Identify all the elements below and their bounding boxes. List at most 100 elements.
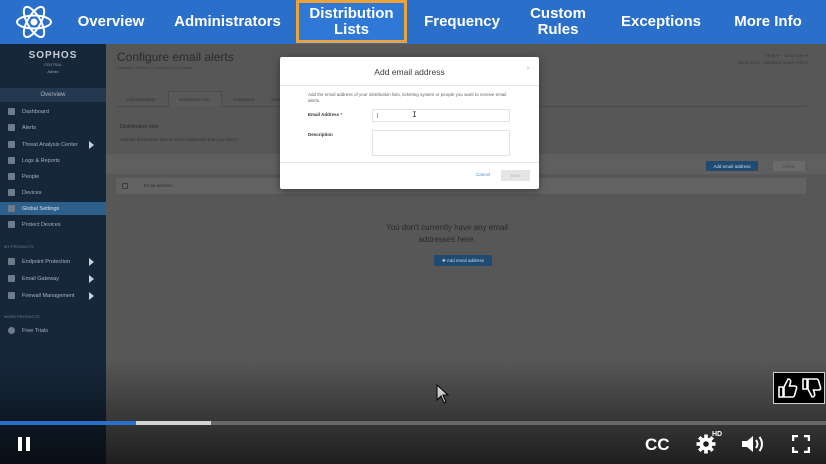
user-menu[interactable]: Help ▾ Jason Lee ▾ Sophos Inc. Standard …: [738, 52, 808, 66]
sidebar-brand: SOPHOS CENTRAL Admin: [0, 50, 106, 74]
chevron-right-icon: [89, 141, 94, 149]
endpoint-icon: [8, 258, 15, 265]
email-address-input[interactable]: |: [372, 109, 510, 122]
chevron-right-icon: [89, 275, 94, 283]
volume-icon[interactable]: [741, 435, 767, 453]
chapter-label: Administrators: [174, 13, 281, 30]
description-label: Description: [308, 132, 333, 137]
atom-icon[interactable]: [14, 2, 54, 42]
select-all-checkbox[interactable]: [122, 183, 128, 189]
pause-icon[interactable]: [16, 436, 32, 452]
chapter-label: Distribution Lists: [309, 4, 394, 38]
column-header-email[interactable]: Email address: [144, 183, 173, 188]
sidebar-overview[interactable]: Overview: [0, 88, 106, 102]
plus-circle-icon: [8, 327, 15, 334]
email-address-value: |: [377, 113, 379, 119]
chapter-frequency[interactable]: Frequency: [414, 0, 510, 44]
thumbs-up-icon[interactable]: [777, 377, 799, 399]
chapter-label: More Info: [734, 13, 802, 30]
brand-name: SOPHOS: [28, 50, 78, 61]
chapter-more-info[interactable]: More Info: [724, 0, 812, 44]
chapter-distribution-lists[interactable]: Distribution Lists: [296, 0, 407, 43]
chapter-overview[interactable]: Overview: [70, 0, 152, 44]
help-menu[interactable]: Help ▾: [766, 53, 779, 58]
chapter-label: Custom Rules: [530, 5, 586, 38]
progress-bar[interactable]: [0, 421, 826, 425]
chapter-label: Frequency: [424, 13, 500, 30]
sidebar-item-devices[interactable]: Devices: [0, 186, 106, 199]
sidebar-item-label: People: [22, 173, 40, 180]
sidebar-item-firewall-management[interactable]: Firewall Management: [0, 289, 106, 302]
button-label: Delete: [782, 163, 796, 169]
section-title: Distribution lists: [120, 124, 159, 130]
thumbs-down-icon[interactable]: [801, 377, 823, 399]
chapter-custom-rules[interactable]: Custom Rules: [518, 0, 598, 44]
tab-label: Frequency: [233, 96, 255, 102]
sidebar-section-products: MY PRODUCTS: [4, 244, 34, 249]
sidebar-item-email-gateway[interactable]: Email Gateway: [0, 272, 106, 285]
sidebar-item-label: Alerts: [22, 124, 37, 131]
sidebar-item-people[interactable]: People: [0, 170, 106, 183]
sidebar-item-protect-devices[interactable]: Protect Devices: [0, 218, 106, 231]
field-label-text: Email Address: [308, 112, 340, 117]
dialog-divider: [280, 85, 539, 86]
gear-icon: [8, 205, 15, 212]
hd-badge: HD: [712, 431, 723, 438]
chapter-bar: Overview Administrators Distribution Lis…: [0, 0, 826, 44]
cancel-button[interactable]: Cancel: [476, 172, 490, 177]
sidebar-item-label: Firewall Management: [22, 292, 75, 299]
report-icon: [8, 157, 15, 164]
sidebar-item-label: Free Trials: [22, 327, 48, 334]
sidebar-item-label: Email Gateway: [22, 275, 59, 282]
sidebar-item-label: Devices: [22, 189, 42, 196]
description-input[interactable]: [372, 130, 510, 156]
empty-add-email-button[interactable]: ✚ Add email address: [434, 255, 492, 266]
tab-administrators[interactable]: Administrators: [116, 91, 166, 107]
sidebar-item-free-trials[interactable]: Free Trials: [0, 324, 106, 337]
required-mark: *: [340, 112, 343, 117]
save-button[interactable]: Save: [501, 170, 530, 181]
sidebar-item-label: Threat Analysis Center: [22, 141, 78, 148]
button-label: Save: [510, 173, 521, 178]
page-title: Configure email alerts: [117, 50, 234, 64]
download-icon: [8, 221, 15, 228]
firewall-icon: [8, 292, 15, 299]
sidebar-item-threat-analysis[interactable]: Threat Analysis Center: [0, 138, 106, 151]
threat-icon: [8, 141, 15, 148]
people-icon: [8, 173, 15, 180]
chapter-label: Exceptions: [620, 13, 702, 30]
delete-button[interactable]: Delete: [773, 161, 805, 171]
progress-played: [0, 421, 137, 425]
rating-widget: [773, 372, 825, 404]
add-email-address-button[interactable]: Add email address: [706, 161, 758, 171]
chevron-right-icon: [89, 258, 94, 266]
closed-captions-button[interactable]: CC: [645, 435, 670, 455]
tab-distribution-lists[interactable]: Distribution lists: [168, 91, 222, 107]
sidebar-item-alerts[interactable]: Alerts: [0, 121, 106, 134]
breadcrumb[interactable]: Settings & Policies / Configure email al…: [117, 65, 192, 70]
sidebar-item-label: Dashboard: [22, 108, 49, 115]
tab-label: Distribution lists: [179, 96, 211, 102]
button-label: ✚ Add email address: [441, 257, 485, 263]
brand-sub: CENTRAL: [43, 62, 63, 67]
user-name[interactable]: Jason Lee ▾: [784, 53, 808, 58]
dialog-footer-divider: [280, 162, 539, 163]
email-icon: [8, 275, 15, 282]
sidebar-item-global-settings[interactable]: Global Settings: [0, 202, 106, 215]
section-description: Add the distribution lists or email addr…: [120, 137, 238, 142]
chapter-label: Overview: [77, 13, 145, 30]
tab-frequency[interactable]: Frequency: [224, 91, 264, 107]
dialog-title: Add email address: [374, 67, 445, 77]
sidebar-item-logs-reports[interactable]: Logs & Reports: [0, 154, 106, 167]
close-icon[interactable]: ×: [526, 66, 530, 72]
fullscreen-icon[interactable]: [792, 435, 810, 453]
add-email-dialog: Add email address × Add the email addres…: [280, 57, 539, 189]
chapter-exceptions[interactable]: Exceptions: [610, 0, 712, 44]
sidebar-item-label: Protect Devices: [22, 221, 61, 228]
chapter-administrators[interactable]: Administrators: [165, 0, 290, 44]
button-label: Add email address: [713, 163, 751, 169]
sidebar-item-dashboard[interactable]: Dashboard: [0, 105, 106, 118]
user-org: Sophos Inc. Standard Super Admin: [737, 60, 808, 65]
sidebar-item-endpoint-protection[interactable]: Endpoint Protection: [0, 255, 106, 268]
text-cursor-icon: I: [412, 111, 417, 120]
